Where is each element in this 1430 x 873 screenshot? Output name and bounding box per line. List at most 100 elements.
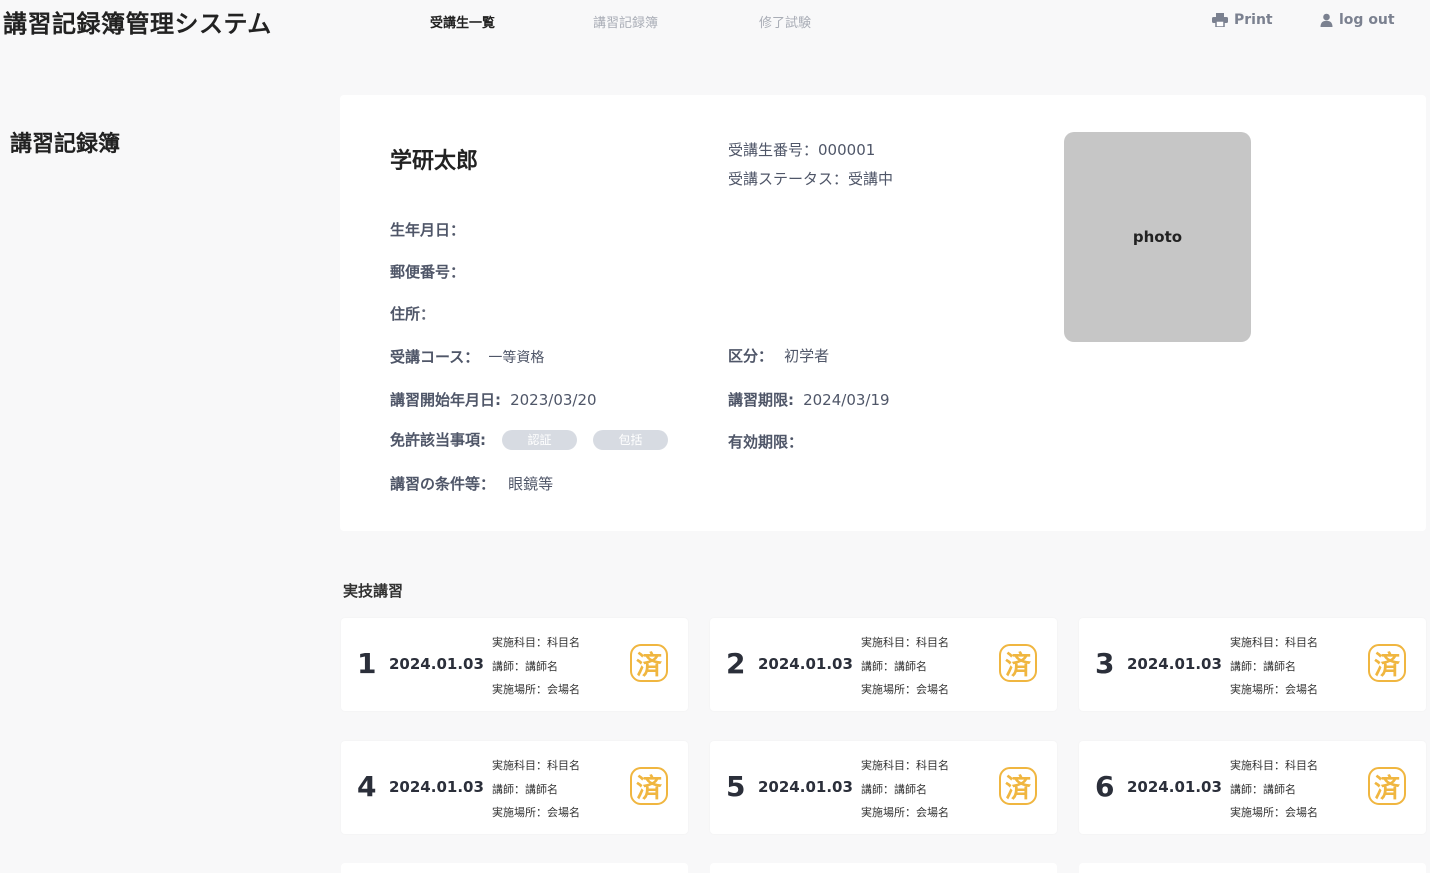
practical-section-title: 実技講習 <box>343 582 404 600</box>
session-place: 実施場所：会場名 <box>1230 806 1318 819</box>
session-instructor: 講師：講師名 <box>1230 782 1296 796</box>
session-place: 実施場所：会場名 <box>861 806 949 819</box>
completed-stamp-icon: 済 <box>1368 644 1406 682</box>
deadline-row: 講習期限: 2024/03/19 <box>728 389 890 410</box>
session-card-partial[interactable] <box>710 863 1057 873</box>
birthdate-label: 生年月日： <box>390 221 466 239</box>
course-label: 受講コース： <box>390 348 480 366</box>
license-row: 免許該当事項: 認証 包括 <box>390 429 668 450</box>
course-row: 受講コース： 一等資格 <box>390 346 544 367</box>
print-label: Print <box>1234 12 1273 28</box>
deadline-label: 講習期限: <box>728 391 794 409</box>
student-status: 受講ステータス：受講中 <box>728 168 893 189</box>
session-instructor: 講師：講師名 <box>861 782 927 796</box>
conditions-value: 眼鏡等 <box>508 475 554 493</box>
session-instructor: 講師：講師名 <box>492 782 558 796</box>
session-date: 2024.01.03 <box>1127 778 1222 796</box>
session-number: 1 <box>357 647 377 680</box>
session-number: 2 <box>726 647 746 680</box>
license-badge-certification: 認証 <box>502 429 577 450</box>
conditions-row: 講習の条件等： 眼鏡等 <box>390 473 553 494</box>
session-date: 2024.01.03 <box>758 778 853 796</box>
redacted-course-detail <box>570 343 650 373</box>
session-instructor: 講師：講師名 <box>861 659 927 673</box>
session-number: 3 <box>1095 647 1115 680</box>
completed-stamp-icon: 済 <box>999 767 1037 805</box>
session-date: 2024.01.03 <box>758 655 853 673</box>
session-card[interactable]: 1 2024.01.03 実施科目：科目名 講師：講師名 実施場所：会場名 済 <box>341 618 688 711</box>
session-card-partial[interactable] <box>341 863 688 873</box>
session-place: 実施場所：会場名 <box>1230 683 1318 696</box>
category-label: 区分： <box>728 347 774 365</box>
session-card[interactable]: 5 2024.01.03 実施科目：科目名 講師：講師名 実施場所：会場名 済 <box>710 741 1057 834</box>
redacted-postal-code <box>475 259 565 281</box>
session-details: 実施科目：科目名 講師：講師名 実施場所：会場名 <box>1230 631 1318 702</box>
session-card[interactable]: 4 2024.01.03 実施科目：科目名 講師：講師名 実施場所：会場名 済 <box>341 741 688 834</box>
status-value: 受講中 <box>848 170 894 188</box>
session-date: 2024.01.03 <box>389 655 484 673</box>
completed-stamp-icon: 済 <box>630 767 668 805</box>
logout-button[interactable]: log out <box>1320 12 1395 28</box>
session-card-partial[interactable] <box>1079 863 1426 873</box>
session-details: 実施科目：科目名 講師：講師名 実施場所：会場名 <box>1230 754 1318 825</box>
session-subject: 実施科目：科目名 <box>492 636 580 649</box>
logout-label: log out <box>1339 12 1395 28</box>
profile-photo: photo <box>1064 132 1251 342</box>
postal-code-label: 郵便番号： <box>390 263 466 281</box>
session-details: 実施科目：科目名 講師：講師名 実施場所：会場名 <box>492 754 580 825</box>
session-subject: 実施科目：科目名 <box>861 759 949 772</box>
nav-student-list[interactable]: 受講生一覧 <box>430 12 495 31</box>
completed-stamp-icon: 済 <box>999 644 1037 682</box>
course-value: 一等資格 <box>488 350 545 366</box>
session-subject: 実施科目：科目名 <box>1230 636 1318 649</box>
session-instructor: 講師：講師名 <box>1230 659 1296 673</box>
nav-final-exam[interactable]: 修了試験 <box>759 12 811 31</box>
category-value: 初学者 <box>784 347 830 365</box>
redacted-birthdate <box>475 217 575 239</box>
session-date: 2024.01.03 <box>389 778 484 796</box>
user-icon <box>1320 13 1333 27</box>
session-number: 5 <box>726 770 746 803</box>
session-details: 実施科目：科目名 講師：講師名 実施場所：会場名 <box>492 631 580 702</box>
session-subject: 実施科目：科目名 <box>492 759 580 772</box>
completed-stamp-icon: 済 <box>630 644 668 682</box>
license-label: 免許該当事項: <box>390 431 486 449</box>
session-instructor: 講師：講師名 <box>492 659 558 673</box>
student-number-label: 受講生番号： <box>728 141 819 159</box>
session-card[interactable]: 6 2024.01.03 実施科目：科目名 講師：講師名 実施場所：会場名 済 <box>1079 741 1426 834</box>
nav-training-record[interactable]: 講習記録簿 <box>593 12 658 31</box>
session-card[interactable]: 3 2024.01.03 実施科目：科目名 講師：講師名 実施場所：会場名 済 <box>1079 618 1426 711</box>
conditions-label: 講習の条件等： <box>390 475 496 493</box>
session-place: 実施場所：会場名 <box>861 683 949 696</box>
student-number-value: 000001 <box>818 141 876 159</box>
status-label: 受講ステータス： <box>728 170 849 188</box>
session-date: 2024.01.03 <box>1127 655 1222 673</box>
validity-label: 有効期限： <box>728 433 804 451</box>
print-button[interactable]: Print <box>1212 12 1273 28</box>
student-name: 学研太郎 <box>390 149 479 174</box>
deadline-date: 2024/03/19 <box>803 391 890 409</box>
session-number: 6 <box>1095 770 1115 803</box>
session-details: 実施科目：科目名 講師：講師名 実施場所：会場名 <box>861 754 949 825</box>
session-card[interactable]: 2 2024.01.03 実施科目：科目名 講師：講師名 実施場所：会場名 済 <box>710 618 1057 711</box>
start-date: 2023/03/20 <box>510 391 597 409</box>
printer-icon <box>1212 13 1228 27</box>
session-number: 4 <box>357 770 377 803</box>
address-label: 住所： <box>390 305 436 323</box>
app-title: 講習記録簿管理システム <box>3 10 272 38</box>
session-place: 実施場所：会場名 <box>492 683 580 696</box>
license-badge-comprehensive: 包括 <box>593 429 668 450</box>
start-label: 講習開始年月日: <box>390 391 501 409</box>
session-grid: 1 2024.01.03 実施科目：科目名 講師：講師名 実施場所：会場名 済 … <box>341 618 1426 834</box>
completed-stamp-icon: 済 <box>1368 767 1406 805</box>
category-row: 区分： 初学者 <box>728 345 829 366</box>
session-details: 実施科目：科目名 講師：講師名 実施場所：会場名 <box>861 631 949 702</box>
profile-card: 学研太郎 受講生番号：000001 受講ステータス：受講中 生年月日： 郵便番号… <box>340 95 1426 531</box>
session-subject: 実施科目：科目名 <box>1230 759 1318 772</box>
session-subject: 実施科目：科目名 <box>861 636 949 649</box>
session-place: 実施場所：会場名 <box>492 806 580 819</box>
page-heading: 講習記録簿 <box>10 132 121 157</box>
student-number: 受講生番号：000001 <box>728 139 875 160</box>
start-row: 講習開始年月日: 2023/03/20 <box>390 389 597 410</box>
redacted-address <box>440 301 640 323</box>
